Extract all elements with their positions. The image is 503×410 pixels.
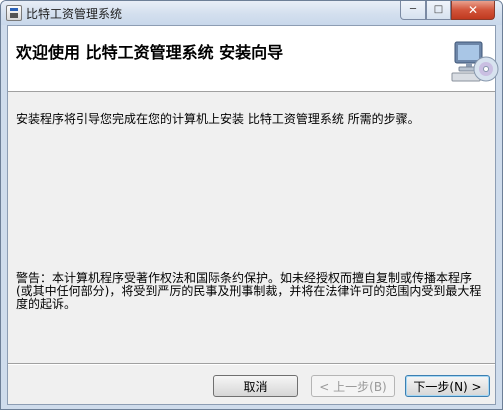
cancel-button[interactable]: 取消 (213, 375, 298, 397)
back-button[interactable]: < 上一步(B) (311, 375, 395, 397)
close-button[interactable]: ✕ (451, 1, 495, 20)
installer-window: 比特工资管理系统 ─ □ ✕ 欢迎使用 比特工资管理系统 安装向导 安装程序将引… (0, 0, 503, 410)
button-divider (8, 363, 495, 365)
page-title: 欢迎使用 比特工资管理系统 安装向导 (16, 43, 284, 62)
computer-cd-icon (451, 41, 499, 82)
copyright-warning: 警告：本计算机程序受著作权法和国际条约保护。如未经授权而擅自复制或传播本程序(或… (16, 271, 482, 311)
wizard-client-area: 欢迎使用 比特工资管理系统 安装向导 安装程序将引导您完成在您的计算机上安装 比… (7, 25, 499, 405)
minimize-button[interactable]: ─ (400, 1, 426, 20)
title-bar[interactable]: 比特工资管理系统 ─ □ ✕ (1, 1, 502, 25)
intro-text: 安装程序将引导您完成在您的计算机上安装 比特工资管理系统 所需的步骤。 (16, 112, 420, 126)
next-button[interactable]: 下一步(N) > (405, 375, 490, 397)
maximize-button[interactable]: □ (426, 1, 451, 20)
wizard-header: 欢迎使用 比特工资管理系统 安装向导 (8, 26, 499, 92)
window-title: 比特工资管理系统 (26, 7, 123, 21)
app-icon (6, 5, 22, 21)
